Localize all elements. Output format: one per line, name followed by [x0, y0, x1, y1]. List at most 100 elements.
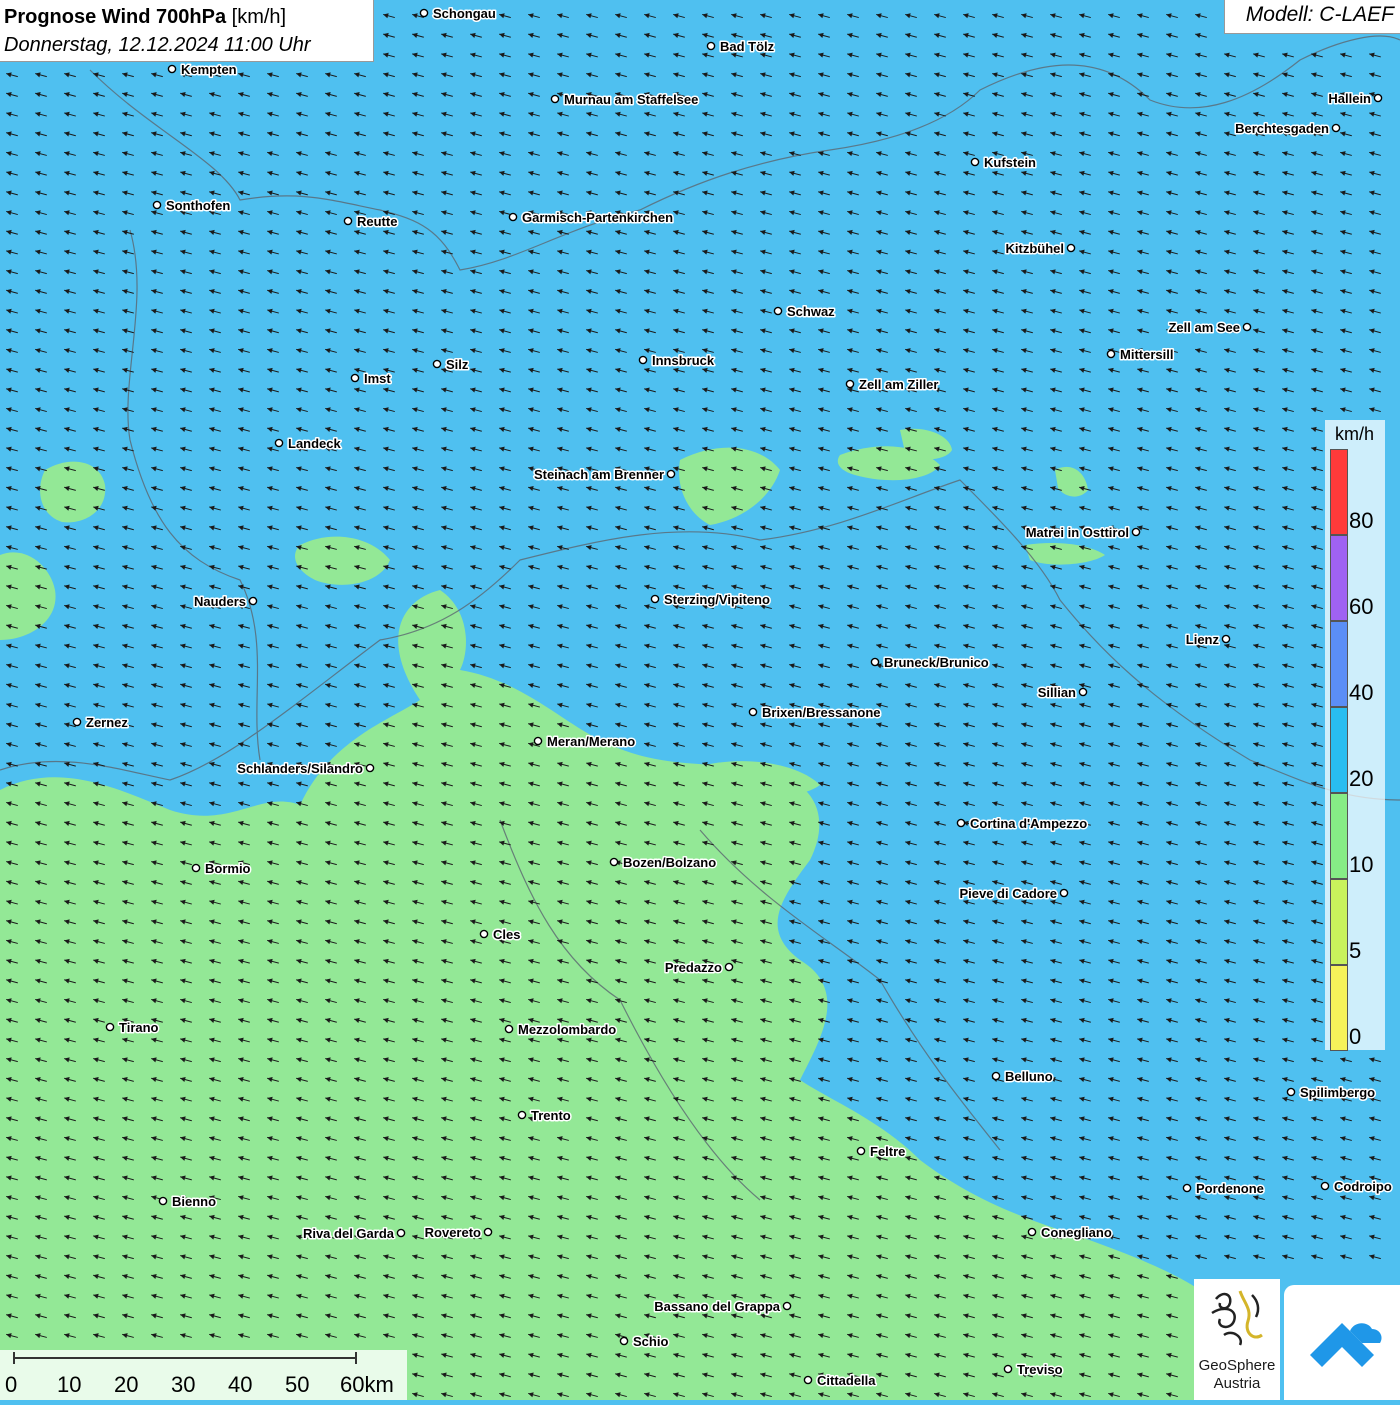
place-label: Belluno [1005, 1069, 1053, 1084]
place-dot [479, 929, 489, 939]
place-marker: Murnau am Staffelsee [550, 91, 700, 109]
legend-label-80: 80 [1349, 508, 1374, 533]
place-label: Brixen/Bressanone [762, 705, 881, 720]
place-label: Landeck [288, 436, 342, 451]
scale-label-10: 10 [57, 1372, 82, 1397]
legend-label-40: 40 [1349, 680, 1374, 705]
place-dot [706, 41, 716, 51]
scale-label-30: 30 [171, 1372, 196, 1397]
place-label: Treviso [1017, 1362, 1063, 1377]
place-dot [274, 438, 284, 448]
place-dot [970, 157, 980, 167]
place-dot [856, 1146, 866, 1156]
place-dot [1286, 1087, 1296, 1097]
place-dot [619, 1336, 629, 1346]
place-label: Feltre [870, 1144, 905, 1159]
place-dot [1106, 349, 1116, 359]
place-label: Garmisch-Partenkirchen [522, 210, 673, 225]
place-dot [508, 212, 518, 222]
scale-label-60km: 60km [340, 1372, 394, 1397]
geosphere-logo[interactable]: GeoSphere Austria [1194, 1279, 1280, 1400]
place-label: Bruneck/Brunico [884, 655, 989, 670]
geosphere-emblem-icon [1211, 1290, 1263, 1346]
legend-label-5: 5 [1349, 938, 1362, 963]
place-marker: Mezzolombardo [504, 1021, 618, 1039]
place-dot [550, 94, 560, 104]
place-dot [191, 863, 201, 873]
place-label: Zell am Ziller [859, 377, 938, 392]
place-marker: Steinach am Brenner [532, 466, 676, 484]
place-dot [845, 379, 855, 389]
legend-swatch-80 [1330, 449, 1348, 535]
place-label: Nauders [194, 594, 246, 609]
place-marker: Spilimbergo [1286, 1084, 1377, 1102]
weather-app-icon [1310, 1323, 1382, 1367]
legend-label-10: 10 [1349, 852, 1374, 877]
place-dot [956, 818, 966, 828]
place-label: Lienz [1186, 632, 1220, 647]
place-dot [105, 1022, 115, 1032]
weather-app-logo[interactable] [1284, 1285, 1400, 1400]
place-dot [483, 1227, 493, 1237]
legend-swatch-5 [1330, 879, 1348, 965]
place-label: Cortina d'Ampezzo [970, 816, 1087, 831]
place-label: Cittadella [817, 1373, 876, 1388]
place-label: Matrei in Osttirol [1026, 525, 1129, 540]
place-dot [1059, 888, 1069, 898]
place-dot [343, 216, 353, 226]
place-label: Innsbruck [652, 353, 715, 368]
place-dot [158, 1196, 168, 1206]
legend-swatch-10 [1330, 793, 1348, 879]
place-dot [1242, 322, 1252, 332]
place-marker: Zell am See [1167, 319, 1252, 337]
legend-unit: km/h [1335, 424, 1375, 444]
place-dot [1131, 527, 1141, 537]
place-dot [782, 1301, 792, 1311]
legend-label-20: 20 [1349, 766, 1374, 791]
scale-bar: 0 10 20 30 40 50 60km [0, 1350, 407, 1400]
place-marker: Cortina d'Ampezzo [956, 815, 1089, 833]
place-dot [748, 707, 758, 717]
place-label: Zell am See [1168, 320, 1240, 335]
forecast-datetime: Donnerstag, 12.12.2024 11:00 Uhr [4, 34, 311, 56]
place-marker: Meran/Merano [533, 733, 637, 751]
title-panel: Prognose Wind 700hPa [km/h] Donnerstag, … [0, 0, 374, 62]
place-dot [1320, 1181, 1330, 1191]
place-dot [533, 736, 543, 746]
wind-map: Schongau Bad Tölz Kempten Murnau am Staffel… [0, 0, 1400, 1400]
place-dot [1078, 687, 1088, 697]
place-label: Conegliano [1041, 1225, 1112, 1240]
place-dot [1182, 1183, 1192, 1193]
place-marker: Schlanders/Silandro [236, 760, 375, 778]
place-dot [666, 469, 676, 479]
place-dot [396, 1228, 406, 1238]
map-title: Prognose Wind 700hPa [km/h] [4, 3, 369, 31]
place-label: Schlanders/Silandro [237, 761, 363, 776]
place-label: Steinach am Brenner [534, 467, 664, 482]
place-label: Pieve di Cadore [959, 886, 1057, 901]
place-dot [152, 200, 162, 210]
place-dot [638, 355, 648, 365]
place-marker: Pieve di Cadore [958, 885, 1069, 903]
place-label: Tirano [119, 1020, 159, 1035]
place-label: Hallein [1328, 91, 1371, 106]
place-dot [773, 306, 783, 316]
place-marker: Bozen/Bolzano [609, 854, 718, 872]
place-dot [365, 763, 375, 773]
place-label: Murnau am Staffelsee [564, 92, 698, 107]
place-label: Rovereto [425, 1225, 481, 1240]
map-title-main: Prognose Wind 700hPa [4, 6, 227, 28]
place-label: Predazzo [665, 960, 722, 975]
place-label: Mezzolombardo [518, 1022, 616, 1037]
place-label: Bozen/Bolzano [623, 855, 716, 870]
place-marker: Bruneck/Brunico [870, 654, 990, 672]
place-label: Meran/Merano [547, 734, 635, 749]
place-dot [350, 373, 360, 383]
place-dot [1027, 1227, 1037, 1237]
place-marker: Sterzing/Vipiteno [650, 591, 771, 609]
place-marker: Brixen/Bressanone [748, 704, 882, 722]
scale-label-50: 50 [285, 1372, 310, 1397]
place-label: Mittersill [1120, 347, 1173, 362]
place-label: Bad Tölz [720, 39, 775, 54]
legend-swatch-20 [1330, 707, 1348, 793]
